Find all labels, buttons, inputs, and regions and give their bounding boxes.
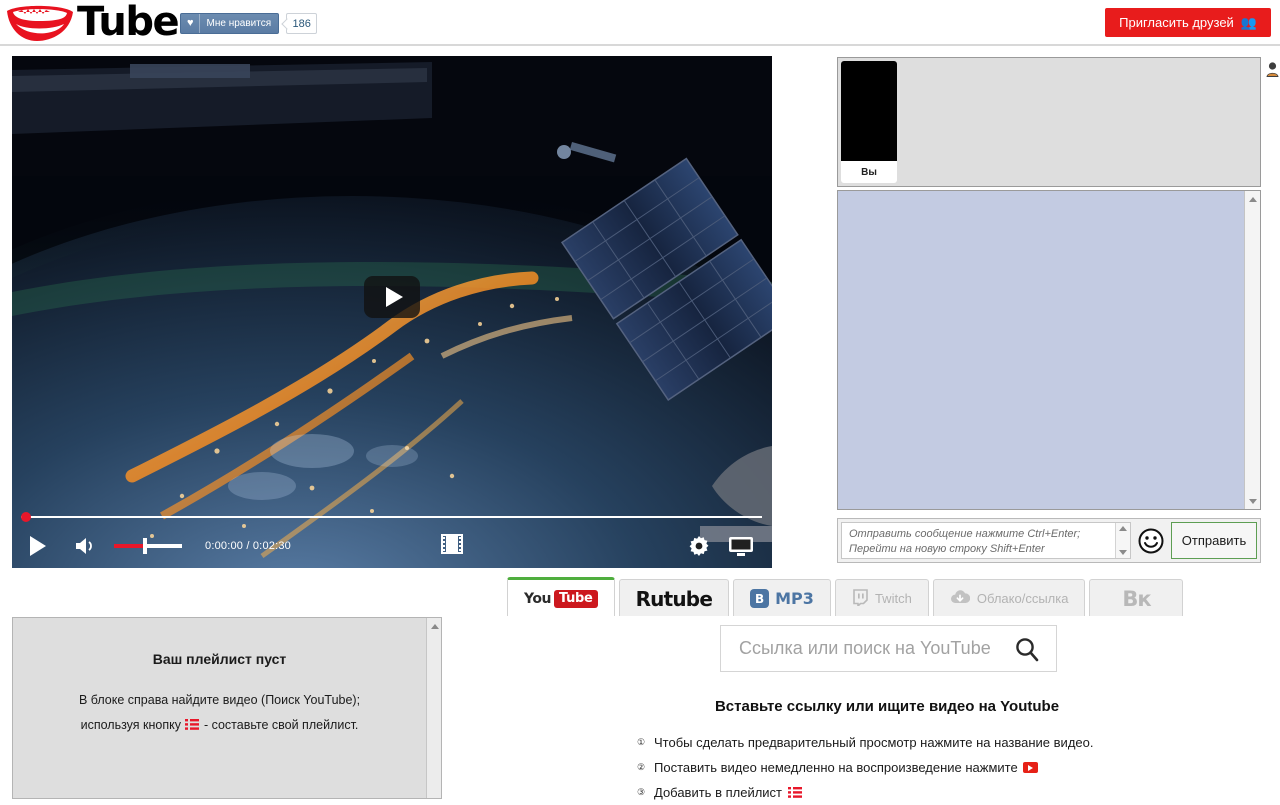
hint-text: Чтобы сделать предварительный просмотр н… xyxy=(654,730,1093,755)
player-controls: 0:00:00 / 0:02:30 xyxy=(12,524,772,568)
chevron-down-icon[interactable] xyxy=(1245,493,1260,509)
playlist-icon xyxy=(185,715,199,740)
hint-marker: ③ xyxy=(637,780,651,805)
people-icon: 👥 xyxy=(1241,16,1257,29)
volume-slider[interactable] xyxy=(114,538,182,554)
hints-title: Вставьте ссылку или ищите видео на Youtu… xyxy=(507,698,1267,715)
app-header: Tube ♥ Мне нравится 186 Пригласить друзе… xyxy=(0,0,1280,46)
source-tabs: You Tube Rutube В MP3 Twitch xyxy=(507,577,1183,617)
webcam-user-name: Вы xyxy=(841,161,897,183)
like-count-badge[interactable]: 186 xyxy=(286,13,317,34)
webcam-video xyxy=(841,61,897,161)
hint-marker: ① xyxy=(637,730,651,755)
like-button[interactable]: ♥ Мне нравится xyxy=(180,13,279,34)
logo-text: Tube xyxy=(77,2,178,42)
tab-vk[interactable]: Вк xyxy=(1089,579,1183,617)
hint-marker: ② xyxy=(637,755,651,780)
invite-friends-label: Пригласить друзей xyxy=(1119,15,1234,30)
message-placeholder: Отправить сообщение нажмите Ctrl+Enter; … xyxy=(849,527,1112,557)
player-right-controls xyxy=(688,535,772,557)
tab-twitch[interactable]: Twitch xyxy=(835,579,929,617)
like-widget: ♥ Мне нравится 186 xyxy=(180,13,317,34)
invite-friends-button[interactable]: Пригласить друзей 👥 xyxy=(1105,8,1271,37)
chevron-up-icon[interactable] xyxy=(1245,191,1260,207)
playlist-hint-line2a: используя кнопку xyxy=(81,718,181,732)
film-strip-icon[interactable] xyxy=(441,533,463,560)
vk-logo-icon: Вк xyxy=(1122,587,1150,611)
vk-logo-icon: В xyxy=(750,589,769,608)
tab-rutube[interactable]: Rutube xyxy=(619,579,730,617)
play-overlay-button[interactable] xyxy=(364,276,420,318)
search-input[interactable]: Ссылка или поиск на YouTube xyxy=(720,625,1057,672)
message-placeholder-line2: Перейти на новую строку Shift+Enter xyxy=(849,542,1112,557)
playlist-hint-line1: В блоке справа найдите видео (Поиск YouT… xyxy=(13,688,426,713)
video-progress-bar[interactable] xyxy=(12,512,772,522)
chevron-up-icon[interactable] xyxy=(427,618,442,634)
play-icon xyxy=(386,287,403,307)
progress-track xyxy=(21,516,762,518)
play-icon[interactable] xyxy=(30,536,46,556)
send-message-button[interactable]: Отправить xyxy=(1171,522,1257,559)
hint-item: ③ Добавить в плейлист xyxy=(637,780,1093,805)
playlist-panel: Ваш плейлист пуст В блоке справа найдите… xyxy=(12,617,442,799)
webcam-panel: Вы xyxy=(837,57,1261,187)
hint-text: Добавить в плейлист xyxy=(654,780,782,805)
playlist-hint-line2: используя кнопку - составьте свой плейли… xyxy=(13,713,426,740)
cloud-download-icon xyxy=(950,589,970,608)
tab-youtube[interactable]: You Tube xyxy=(507,577,615,617)
chevron-up-icon[interactable] xyxy=(1119,526,1127,531)
playlist-scrollbar[interactable] xyxy=(426,618,441,798)
search-icon[interactable] xyxy=(1014,636,1040,662)
message-input[interactable]: Отправить сообщение нажмите Ctrl+Enter; … xyxy=(841,522,1131,559)
tab-youtube-label-b: Tube xyxy=(554,590,598,608)
tab-vk-mp3-label: MP3 xyxy=(775,589,814,608)
smiley-icon[interactable] xyxy=(1136,522,1166,559)
message-placeholder-line1: Отправить сообщение нажмите Ctrl+Enter; xyxy=(849,527,1112,542)
gear-icon[interactable] xyxy=(688,535,710,557)
tab-twitch-label: Twitch xyxy=(875,591,912,606)
tab-vk-mp3[interactable]: В MP3 xyxy=(733,579,831,617)
rutube-logo-icon: Rutube xyxy=(636,587,713,611)
app-logo[interactable]: Tube xyxy=(4,1,178,43)
playlist-empty-title: Ваш плейлист пуст xyxy=(13,651,426,667)
search-panel: Ссылка или поиск на YouTube Вставьте ссы… xyxy=(507,616,1267,800)
youtube-play-icon xyxy=(1023,762,1038,773)
volume-rest xyxy=(144,544,182,548)
chat-messages-panel[interactable] xyxy=(837,190,1261,510)
hints-list: ① Чтобы сделать предварительный просмотр… xyxy=(637,730,1093,805)
video-player[interactable]: 0:00:00 / 0:02:30 xyxy=(12,56,772,568)
playlist-icon xyxy=(788,787,802,799)
search-placeholder: Ссылка или поиск на YouTube xyxy=(739,638,1014,659)
message-input-spinner[interactable] xyxy=(1115,523,1130,558)
youtube-logo-icon: You Tube xyxy=(524,590,598,608)
chevron-down-icon[interactable] xyxy=(1119,550,1127,555)
hint-item: ② Поставить видео немедленно на воспроиз… xyxy=(637,755,1093,780)
tab-cloud-label: Облако/ссылка xyxy=(977,591,1069,606)
volume-handle[interactable] xyxy=(143,538,147,554)
hint-text: Поставить видео немедленно на воспроизве… xyxy=(654,755,1018,780)
like-button-label: Мне нравится xyxy=(200,14,279,33)
chat-scrollbar[interactable] xyxy=(1244,191,1260,509)
volume-fill xyxy=(114,544,144,548)
user-icon[interactable] xyxy=(1266,62,1279,82)
hint-item: ① Чтобы сделать предварительный просмотр… xyxy=(637,730,1093,755)
playlist-hint-line2b: - составьте свой плейлист. xyxy=(204,718,358,732)
volume-icon[interactable] xyxy=(74,537,96,555)
progress-handle[interactable] xyxy=(21,512,31,522)
message-composer: Отправить сообщение нажмите Ctrl+Enter; … xyxy=(837,518,1261,563)
webcam-tile-self[interactable]: Вы xyxy=(841,61,897,183)
tab-youtube-label-a: You xyxy=(524,591,551,607)
smiling-mouth-icon xyxy=(4,2,76,42)
time-display: 0:00:00 / 0:02:30 xyxy=(205,540,291,552)
twitch-logo-icon xyxy=(852,589,868,609)
tab-cloud-link[interactable]: Облако/ссылка xyxy=(933,579,1086,617)
monitor-icon[interactable] xyxy=(728,535,754,557)
heart-icon: ♥ xyxy=(181,14,200,33)
playlist-empty-body: В блоке справа найдите видео (Поиск YouT… xyxy=(13,688,426,740)
